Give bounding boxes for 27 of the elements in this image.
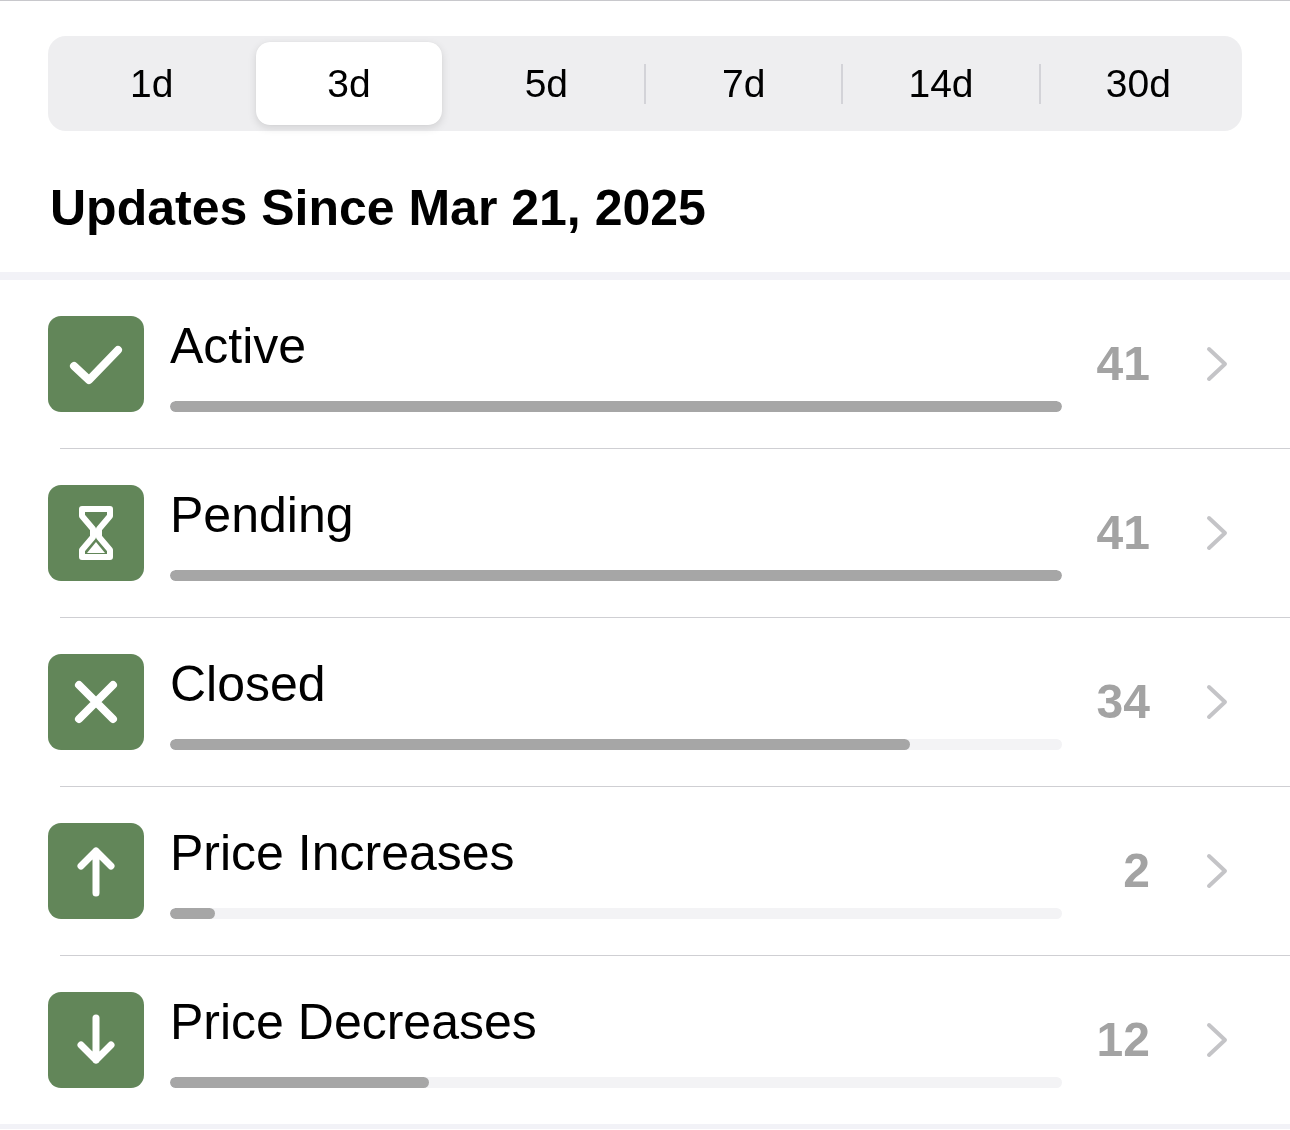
listing-count: 41 — [1096, 337, 1150, 391]
chevron-right-icon[interactable] — [1206, 1022, 1228, 1058]
hourglass-icon — [48, 485, 144, 581]
chevron-right-icon[interactable] — [1206, 684, 1228, 720]
chevron-right-icon[interactable] — [1206, 346, 1228, 382]
listing-count: 2 — [1123, 844, 1150, 898]
time-range-segment[interactable]: 5d — [453, 42, 639, 125]
status-label: Price Increases — [170, 824, 515, 882]
arrow-up-icon — [48, 823, 144, 919]
status-label: Active — [170, 317, 307, 375]
section-title: Updates Since Mar 21, 2025 — [50, 179, 706, 237]
checkmark-icon — [48, 316, 144, 412]
cross-icon — [48, 654, 144, 750]
time-range-segment[interactable]: 30d — [1045, 42, 1231, 125]
listing-count: 41 — [1096, 506, 1150, 560]
time-range-segment[interactable]: 14d — [848, 42, 1034, 125]
listing-count: 34 — [1096, 675, 1150, 729]
chevron-right-icon[interactable] — [1206, 853, 1228, 889]
time-range-segment[interactable]: 7d — [651, 42, 837, 125]
time-range-segment[interactable]: 3d — [256, 42, 442, 125]
listing-count: 12 — [1096, 1013, 1150, 1067]
chevron-right-icon[interactable] — [1206, 515, 1228, 551]
status-label: Closed — [170, 655, 326, 713]
time-range-segment[interactable]: 1d — [59, 42, 245, 125]
arrow-down-icon — [48, 992, 144, 1088]
status-label: Price Decreases — [170, 993, 537, 1051]
status-label: Pending — [170, 486, 354, 544]
